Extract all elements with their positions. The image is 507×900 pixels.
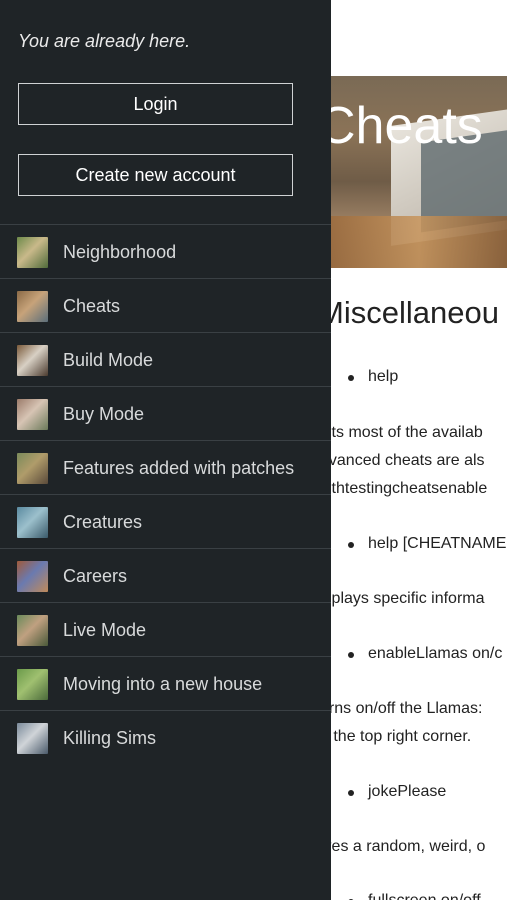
paragraph-line: dvanced cheats are als [320,452,485,469]
menu-item-label: Build Mode [63,350,154,370]
drawer-menu: Neighborhood Cheats Build Mode Buy Mode Feat… [0,224,331,764]
menu-item-label: Killing Sims [63,728,157,748]
menu-item[interactable]: Creatures [0,494,331,548]
paragraph-line: ives a random, weird, o [320,838,486,855]
careers-thumbnail-icon [17,561,48,592]
cheats-thumbnail-icon [17,291,48,322]
cheat-bullet: help [348,368,398,386]
killing-sims-thumbnail-icon [17,723,48,754]
cheat-bullet: fullscreen on/off [348,892,481,900]
menu-item[interactable]: Killing Sims [0,710,331,764]
create-account-button[interactable]: Create new account [18,154,293,196]
paragraph-line: vithtestingcheatsenable [320,480,488,497]
buy-mode-thumbnail-icon [17,399,48,430]
menu-item[interactable]: Neighborhood [0,224,331,278]
cheat-bullet: enableLlamas on/c [348,645,502,663]
paragraph-line: ists most of the availab [320,424,483,441]
menu-item[interactable]: Buy Mode [0,386,331,440]
creatures-thumbnail-icon [17,507,48,538]
menu-item-label: Features added with patches [63,458,295,478]
cheat-bullet: help [CHEATNAME [348,535,506,553]
moving-house-thumbnail-icon [17,669,48,700]
login-button[interactable]: Login [18,83,293,125]
section-heading: Miscellaneou [318,295,499,330]
menu-item[interactable]: Live Mode [0,602,331,656]
menu-item-label: Careers [63,566,128,586]
cheat-bullet: jokePlease [348,783,446,801]
menu-item[interactable]: Careers [0,548,331,602]
hero-title: Cheats [318,97,483,155]
menu-item-label: Live Mode [63,620,147,640]
live-mode-thumbnail-icon [17,615,48,646]
menu-item[interactable]: Cheats [0,278,331,332]
menu-item-label: Creatures [63,512,143,532]
menu-item[interactable]: Build Mode [0,332,331,386]
build-mode-thumbnail-icon [17,345,48,376]
menu-item[interactable]: Features added with patches [0,440,331,494]
menu-item[interactable]: Moving into a new house [0,656,331,710]
neighborhood-thumbnail-icon [17,237,48,268]
menu-item-label: Neighborhood [63,242,177,262]
patches-thumbnail-icon [17,453,48,484]
paragraph-line: urns on/off the Llamas: [320,700,483,717]
menu-item-label: Cheats [63,296,121,316]
menu-item-label: Buy Mode [63,404,145,424]
paragraph-line: n the top right corner. [320,728,472,745]
current-location-text: You are already here. [18,31,191,51]
top-bar [331,0,507,76]
menu-item-label: Moving into a new house [63,674,263,694]
navigation-drawer: You are already here. Login Create new a… [0,0,331,900]
paragraph-line: isplays specific informa [320,590,485,607]
